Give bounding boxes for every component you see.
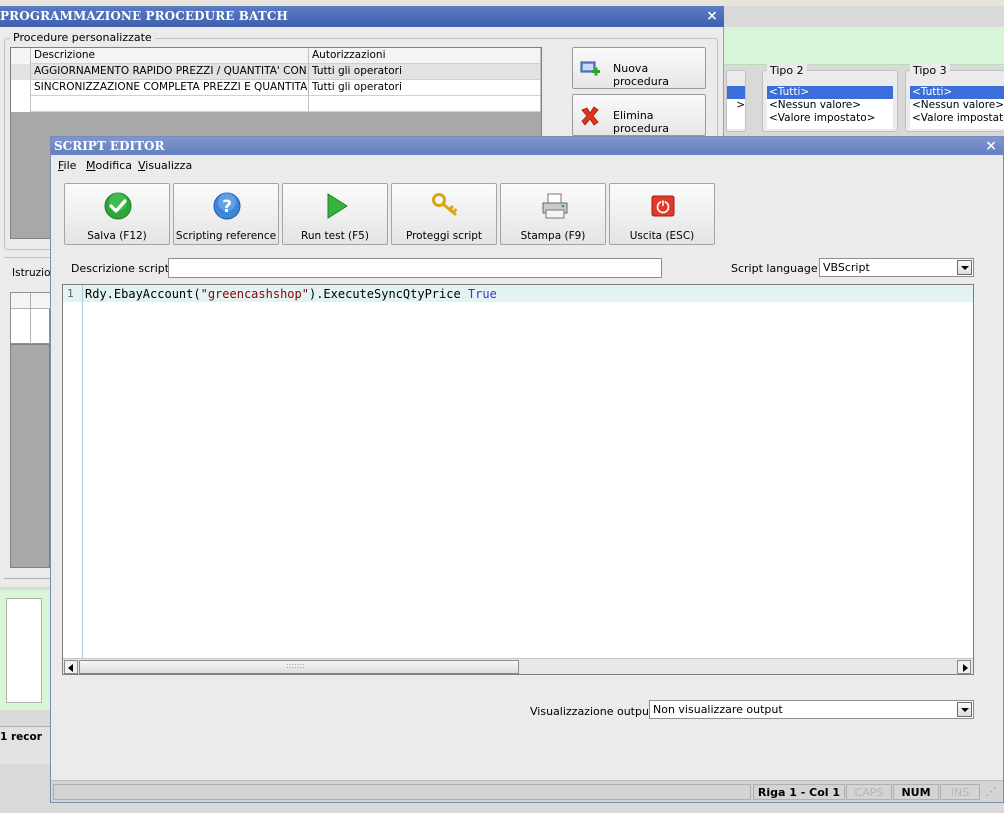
table-cell: AGGIORNAMENTO RAPIDO PREZZI / QUANTITA' … [31,64,309,80]
list-item[interactable]: <Nessun valore> [767,99,893,112]
instructions-grid-partial [10,292,51,345]
batch-window-titlebar[interactable]: PROGRAMMAZIONE PROCEDURE BATCH × [0,6,724,27]
output-mode-select[interactable]: Non visualizzare output [649,700,974,719]
table-cell: Tutti gli operatori [309,64,541,80]
status-message [53,784,751,800]
table-cell: SINCRONIZZAZIONE COMPLETA PREZZI E QUANT… [31,80,309,96]
table-row[interactable]: SINCRONIZZAZIONE COMPLETA PREZZI E QUANT… [11,80,541,96]
printer-icon [542,193,568,219]
print-button[interactable]: Stampa (F9) [500,183,606,245]
column-header-descrizione[interactable]: Descrizione [31,48,309,64]
list-item[interactable]: <Tutti> [767,86,893,99]
tipo2-box: Tipo 2 <Tutti> <Nessun valore> <Valore i… [762,64,898,132]
cursor-position: Riga 1 - Col 1 [753,784,845,800]
new-procedure-icon [580,61,600,76]
delete-procedure-button[interactable]: Elimina procedura [572,94,706,136]
resize-grip-icon[interactable]: ⋰ [981,784,1001,800]
batch-window-title: PROGRAMMAZIONE PROCEDURE BATCH [0,9,288,23]
chevron-down-icon[interactable] [957,702,972,717]
menu-modifica[interactable]: Modifica [86,159,132,172]
save-button[interactable]: Salva (F12) [64,183,170,245]
key-icon [432,193,457,216]
list-item[interactable]: <Tutti> [910,86,1004,99]
scroll-thumb[interactable]: ::::::: [79,660,519,674]
check-icon [104,192,132,220]
list-item[interactable]: <Nessun valore> [910,99,1004,112]
script-language-label: Script language : [731,262,825,275]
script-editor-title: SCRIPT EDITOR [54,139,165,153]
exit-label: Uscita (ESC) [629,230,695,242]
menu-visualizza[interactable]: Visualizza [138,159,192,172]
script-editor-window: SCRIPT EDITOR × File Modifica Visualizza… [50,136,1004,803]
scroll-left-arrow[interactable] [64,660,78,674]
delete-x-icon [581,106,599,126]
new-procedure-label: Nuova procedura [613,62,670,88]
tipo3-label: Tipo 3 [910,64,950,77]
protect-script-label: Proteggi script [405,230,483,242]
svg-text:?: ? [222,197,232,217]
output-mode-value: Non visualizzare output [653,703,783,716]
script-language-select[interactable]: VBScript [819,258,974,277]
exit-button[interactable]: Uscita (ESC) [609,183,715,245]
output-mode-label: Visualizzazione output : [530,705,661,718]
menu-bar: File Modifica Visualizza [51,156,1003,176]
scroll-right-arrow[interactable] [957,660,971,674]
filter-green-panel [724,27,1004,65]
line-number: 1 [67,287,74,300]
close-icon[interactable]: × [706,6,718,27]
run-test-button[interactable]: Run test (F5) [282,183,388,245]
tipo2-label: Tipo 2 [767,64,807,77]
procedures-group-label: Procedure personalizzate [10,31,155,44]
records-count-label: 1 recor [0,731,42,743]
list-item[interactable]: <Valore impostato> [910,112,1004,125]
status-bar: Riga 1 - Col 1 CAPS NUM INS ⋰ [51,780,1003,802]
help-icon: ? [213,192,241,220]
description-label: Descrizione script : [71,262,177,275]
table-row-empty[interactable] [11,96,541,112]
new-procedure-button[interactable]: Nuova procedura [572,47,706,89]
script-language-value: VBScript [823,261,870,274]
table-row[interactable]: AGGIORNAMENTO RAPIDO PREZZI / QUANTITA' … [11,64,541,80]
scripting-reference-label: Scripting reference [175,230,277,242]
tipo3-box: Tipo 3 <Tutti> <Nessun valore> <Valore i… [905,64,1004,132]
run-test-label: Run test (F5) [301,230,369,242]
ins-indicator: INS [940,784,980,800]
play-icon [327,193,348,219]
power-icon [651,195,675,217]
code-line-1[interactable]: Rdy.EbayAccount("greencashshop").Execute… [85,287,497,301]
list-item[interactable]: <Valore impostato> [767,112,893,125]
description-input[interactable] [168,258,662,278]
script-editor-titlebar[interactable]: SCRIPT EDITOR × [51,137,1003,155]
print-label: Stampa (F9) [520,230,586,242]
tipo3-list[interactable]: <Tutti> <Nessun valore> <Valore impostat… [910,86,1004,129]
left-white-panel [6,598,42,703]
horizontal-scrollbar[interactable]: ::::::: [63,658,973,674]
protect-script-button[interactable]: Proteggi script [391,183,497,245]
table-cell: Tutti gli operatori [309,80,541,96]
close-icon[interactable]: × [985,137,997,155]
menu-file[interactable]: File [58,159,76,172]
table-header: Descrizione Autorizzazioni [11,48,541,64]
gutter-divider [82,285,83,674]
tipo1-box-partial: > [726,70,746,132]
chevron-down-icon[interactable] [957,260,972,275]
num-indicator: NUM [893,784,939,800]
istruzioni-tab-label[interactable]: Istruzio [12,267,51,279]
scripting-reference-button[interactable]: ? Scripting reference [173,183,279,245]
save-button-label: Salva (F12) [87,230,147,242]
tipo2-list[interactable]: <Tutti> <Nessun valore> <Valore impostat… [767,86,893,129]
caps-indicator: CAPS [846,784,892,800]
delete-procedure-label: Elimina procedura [613,109,670,135]
code-editor[interactable]: 1 Rdy.EbayAccount("greencashshop").Execu… [62,284,974,675]
column-header-autorizzazioni[interactable]: Autorizzazioni [309,48,541,64]
